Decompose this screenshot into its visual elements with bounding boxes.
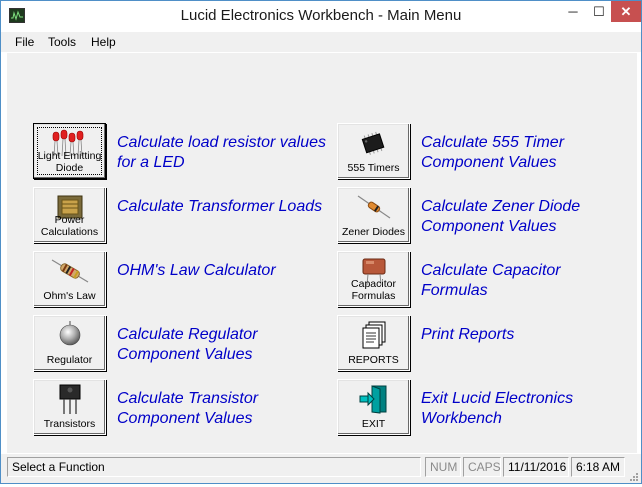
close-button[interactable]: ✕ [611,1,641,22]
capacitor-formulas-label: Capacitor Formulas [351,278,396,302]
exit-description: Exit Lucid Electronics Workbench [421,390,574,427]
resistor-icon [34,256,105,286]
status-date: 11/11/2016 [503,457,569,477]
transistors-label: Transistors [43,418,96,430]
main-panel: Light Emitting Diode Calculate load resi… [7,53,637,453]
title-bar[interactable]: Lucid Electronics Workbench - Main Menu … [1,1,641,32]
regulator-icon [34,320,105,350]
exit-door-icon [338,384,409,414]
ohms-law-label: Ohm's Law [43,290,96,302]
status-message: Select a Function [7,457,421,477]
555-timer-description: Calculate 555 Timer Component Values [421,134,565,171]
ic-chip-icon [338,128,409,158]
led-button[interactable]: Light Emitting Diode [33,123,106,179]
led-description: Calculate load resistor values for a LED [117,134,326,171]
window-title: Lucid Electronics Workbench - Main Menu [180,7,462,24]
exit-label: EXIT [361,418,386,430]
status-bar: Select a Function NUM CAPS 11/11/2016 6:… [1,454,641,483]
regulator-label: Regulator [46,354,93,366]
transistor-description: Calculate Transistor Component Values [117,390,259,427]
focus-indicator [37,127,102,175]
ohms-description: OHM's Law Calculator [117,262,276,279]
ohms-law-button[interactable]: Ohm's Law [33,251,106,307]
zener-diodes-label: Zener Diodes [341,226,406,238]
reports-button[interactable]: REPORTS [337,315,410,371]
maximize-button[interactable]: ☐ [586,1,612,22]
reports-label: REPORTS [348,354,399,366]
capacitor-formulas-button[interactable]: Capacitor Formulas [337,251,410,307]
regulator-description: Calculate Regulator Component Values [117,326,258,363]
reports-description: Print Reports [421,326,515,343]
resize-grip-icon[interactable] [627,469,639,481]
transistors-button[interactable]: Transistors [33,379,106,435]
app-window: Lucid Electronics Workbench - Main Menu … [0,0,642,484]
exit-button[interactable]: EXIT [337,379,410,435]
zener-diodes-button[interactable]: Zener Diodes [337,187,410,243]
minimize-button[interactable]: ─ [560,1,586,22]
menu-bar: File Tools Help [1,32,641,52]
power-description: Calculate Transformer Loads [117,198,323,215]
power-calculations-button[interactable]: Power Calculations [33,187,106,243]
diode-icon [338,192,409,222]
regulator-button[interactable]: Regulator [33,315,106,371]
555-timers-label: 555 Timers [347,162,400,174]
menu-file[interactable]: File [15,35,34,49]
power-calculations-label: Power Calculations [40,214,99,238]
status-time: 6:18 AM [571,457,625,477]
menu-tools[interactable]: Tools [48,35,76,49]
capacitor-description: Calculate Capacitor Formulas [421,262,561,299]
555-timers-button[interactable]: 555 Timers [337,123,410,179]
menu-help[interactable]: Help [91,35,116,49]
transistor-icon [34,384,105,414]
caps-lock-indicator: CAPS [463,457,501,477]
num-lock-indicator: NUM [425,457,461,477]
zener-description: Calculate Zener Diode Component Values [421,198,581,235]
report-icon [338,320,409,350]
